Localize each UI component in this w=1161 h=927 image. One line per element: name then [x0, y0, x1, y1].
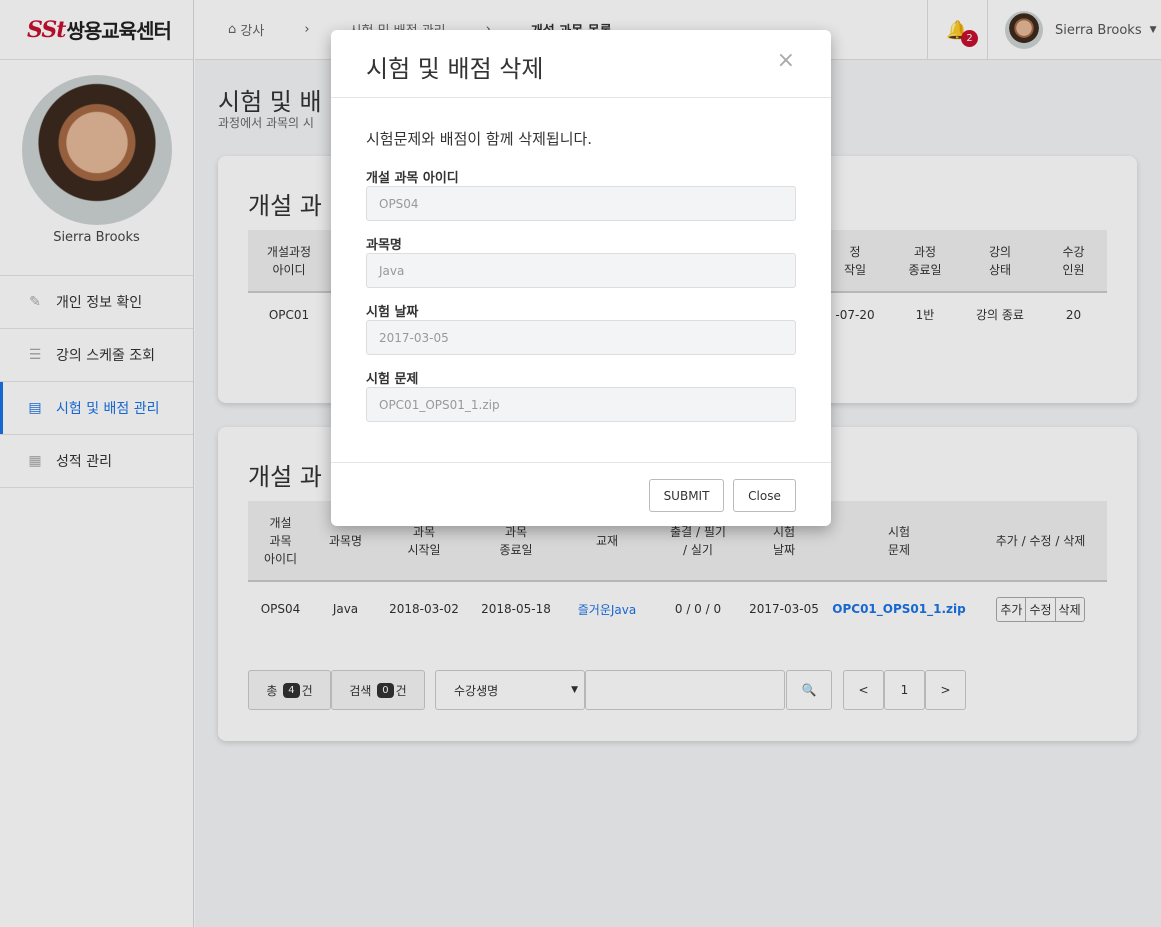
- subject-id-field[interactable]: OPS04: [366, 186, 796, 221]
- modal-title: 시험 및 배점 삭제: [366, 55, 544, 83]
- subject-name-field[interactable]: Java: [366, 253, 796, 288]
- exam-file-field[interactable]: OPC01_OPS01_1.zip: [366, 387, 796, 422]
- field-label: 시험 문제: [366, 372, 419, 387]
- close-button[interactable]: Close: [733, 479, 796, 512]
- modal-footer: SUBMIT Close: [331, 462, 831, 526]
- modal-header: 시험 및 배점 삭제 ×: [331, 30, 831, 98]
- field-label: 개설 과목 아이디: [366, 171, 459, 186]
- field-label: 시험 날짜: [366, 305, 419, 320]
- submit-button[interactable]: SUBMIT: [649, 479, 724, 512]
- exam-date-field[interactable]: 2017-03-05: [366, 320, 796, 355]
- modal-body: 시험문제와 배점이 함께 삭제됩니다. 개설 과목 아이디 OPS04 과목명 …: [331, 98, 831, 462]
- delete-exam-modal: 시험 및 배점 삭제 × 시험문제와 배점이 함께 삭제됩니다. 개설 과목 아…: [331, 30, 831, 526]
- close-icon[interactable]: ×: [777, 48, 795, 73]
- field-label: 과목명: [366, 238, 402, 253]
- modal-note: 시험문제와 배점이 함께 삭제됩니다.: [366, 130, 593, 148]
